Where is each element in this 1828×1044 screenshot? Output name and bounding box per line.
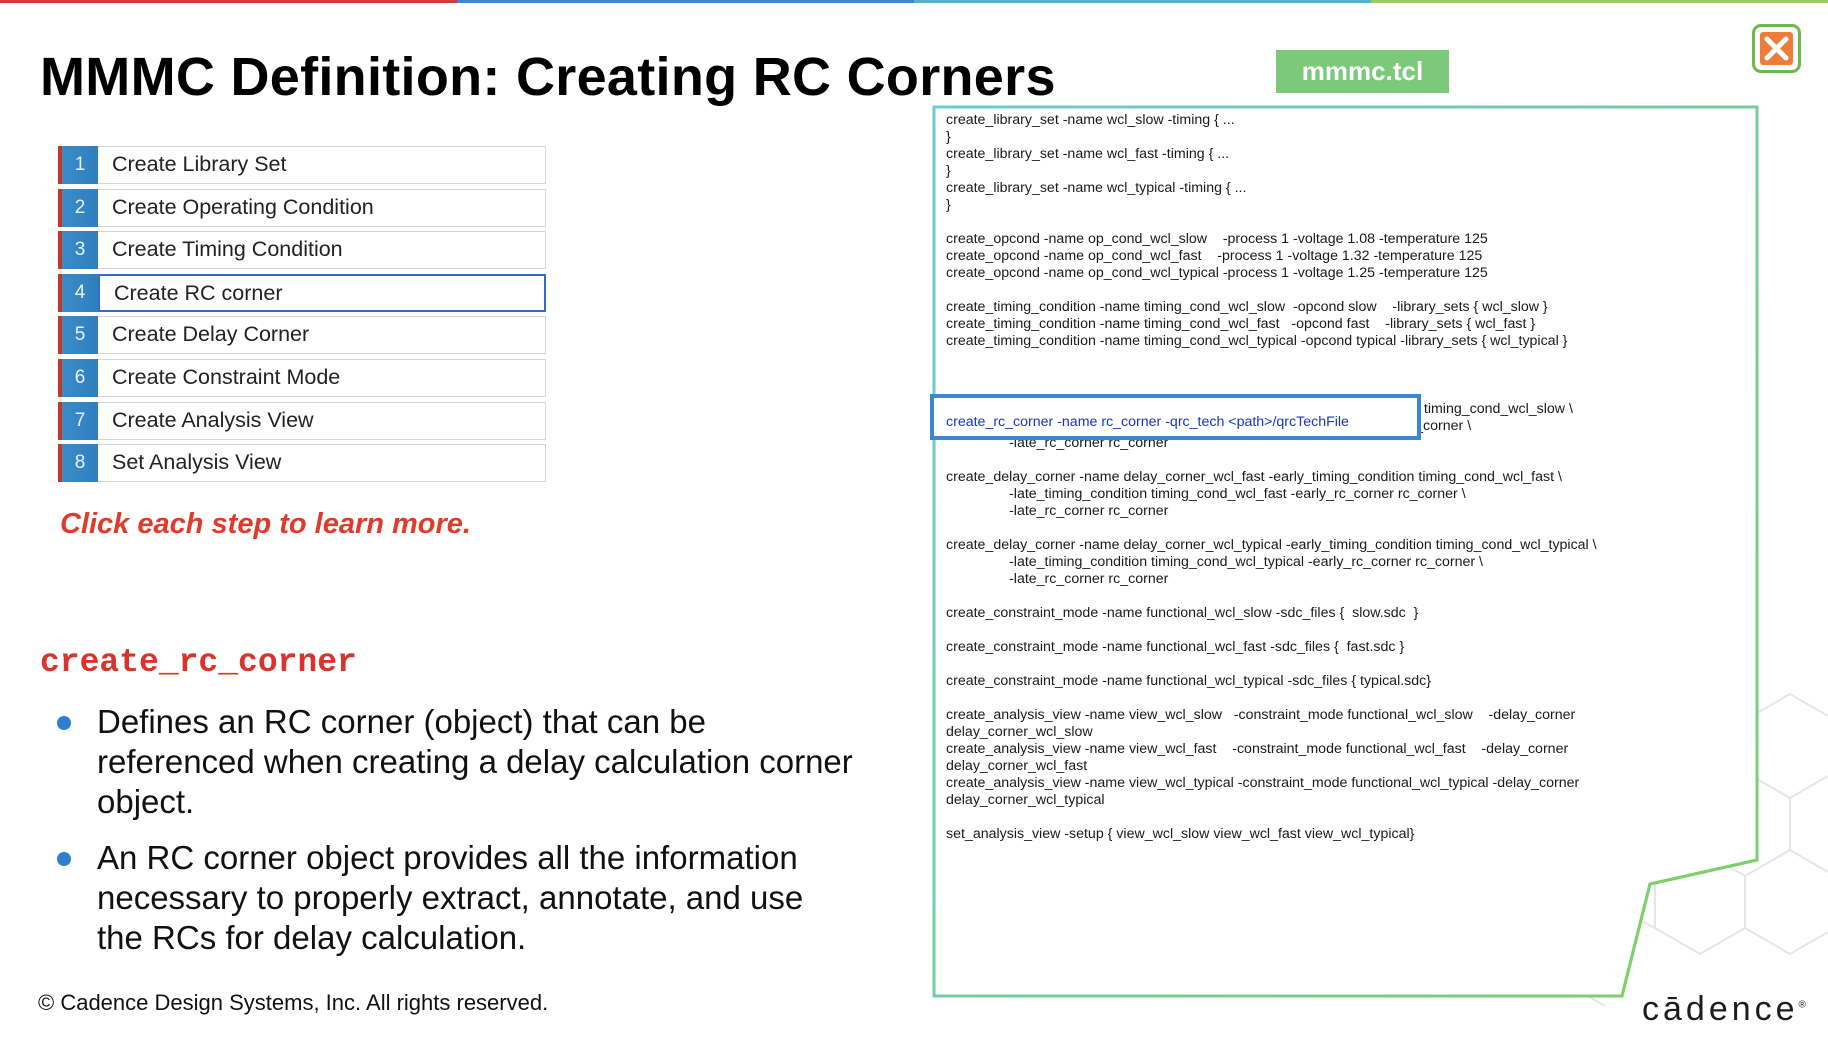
command-name: create_rc_corner — [40, 644, 357, 681]
code-line: create_delay_corner -name delay_corner_w… — [946, 537, 1597, 553]
step-number: 8 — [58, 444, 98, 483]
bullet-dot-icon — [57, 852, 71, 866]
step-number: 4 — [58, 273, 98, 312]
step-label: Create Timing Condition — [98, 231, 546, 270]
top-accent-bar — [0, 0, 1828, 3]
step-label: Create Analysis View — [98, 401, 546, 440]
bullet-item: An RC corner object provides all the inf… — [56, 838, 856, 958]
step-item-1[interactable]: 1 Create Library Set — [58, 146, 546, 184]
code-line: create_opcond -name op_cond_wcl_typical … — [946, 265, 1488, 281]
description-bullets: Defines an RC corner (object) that can b… — [56, 702, 856, 974]
bullet-dot-icon — [57, 716, 71, 730]
step-label: Set Analysis View — [98, 444, 546, 483]
hint-text: Click each step to learn more. — [60, 508, 471, 540]
code-line: create_library_set -name wcl_slow -timin… — [946, 112, 1235, 128]
top-accent-segment — [457, 0, 914, 3]
file-name-tag: mmmc.tcl — [1276, 50, 1449, 93]
close-button[interactable] — [1752, 24, 1801, 73]
code-line: create_timing_condition -name timing_con… — [946, 316, 1536, 332]
code-line: } — [946, 163, 951, 179]
logo-text: cādence — [1642, 990, 1799, 1028]
top-accent-segment — [0, 0, 457, 3]
bullet-item: Defines an RC corner (object) that can b… — [56, 702, 856, 822]
step-number: 2 — [58, 188, 98, 227]
code-line: create_analysis_view -name view_wcl_slow… — [946, 707, 1576, 723]
step-item-6[interactable]: 6 Create Constraint Mode — [58, 358, 546, 397]
step-number: 1 — [58, 146, 98, 184]
code-line: -late_rc_corner rc_corner — [946, 503, 1169, 519]
step-number: 3 — [58, 231, 98, 270]
step-item-5[interactable]: 5 Create Delay Corner — [58, 316, 546, 355]
highlighted-code-line: create_rc_corner -name rc_corner -qrc_te… — [946, 414, 1349, 430]
step-item-7[interactable]: 7 Create Analysis View — [58, 401, 546, 440]
code-line: } — [946, 197, 951, 213]
step-label: Create Operating Condition — [98, 188, 546, 227]
code-line: -late_timing_condition timing_cond_wcl_t… — [946, 554, 1483, 570]
step-number: 7 — [58, 401, 98, 440]
code-line: } — [946, 129, 951, 145]
step-label: Create Library Set — [98, 146, 546, 184]
code-line: delay_corner_wcl_fast — [946, 758, 1088, 774]
code-line: create_opcond -name op_cond_wcl_fast -pr… — [946, 248, 1483, 264]
code-line: create_opcond -name op_cond_wcl_slow -pr… — [946, 231, 1488, 247]
bullet-text: An RC corner object provides all the inf… — [97, 839, 804, 956]
page-title: MMMC Definition: Creating RC Corners — [40, 47, 1056, 107]
step-label: Create Constraint Mode — [98, 358, 546, 397]
code-line: create_constraint_mode -name functional_… — [946, 639, 1405, 655]
code-line: create_constraint_mode -name functional_… — [946, 673, 1431, 689]
code-line: create_timing_condition -name timing_con… — [946, 333, 1568, 349]
code-line: create_analysis_view -name view_wcl_typi… — [946, 775, 1580, 791]
code-line: -late_rc_corner rc_corner — [946, 571, 1169, 587]
step-item-3[interactable]: 3 Create Timing Condition — [58, 231, 546, 270]
copyright-text: © Cadence Design Systems, Inc. All right… — [38, 990, 549, 1015]
close-x-glyph-icon — [1764, 36, 1789, 61]
cadence-logo: cādence® — [1642, 990, 1806, 1028]
step-item-8[interactable]: 8 Set Analysis View — [58, 444, 546, 483]
step-item-2[interactable]: 2 Create Operating Condition — [58, 188, 546, 227]
code-line: create_timing_condition -name timing_con… — [946, 299, 1548, 315]
code-line: create_library_set -name wcl_typical -ti… — [946, 180, 1247, 196]
code-line: delay_corner_wcl_slow — [946, 724, 1093, 740]
code-line: set_analysis_view -setup { view_wcl_slow… — [946, 826, 1415, 842]
code-line: create_analysis_view -name view_wcl_fast… — [946, 741, 1569, 757]
code-line: create_library_set -name wcl_fast -timin… — [946, 146, 1230, 162]
top-accent-segment — [1371, 0, 1828, 3]
code-line: delay_corner_wcl_typical — [946, 792, 1105, 808]
step-label: Create Delay Corner — [98, 316, 546, 355]
step-item-4[interactable]: 4 Create RC corner — [58, 273, 546, 312]
step-number: 6 — [58, 358, 98, 397]
code-line: create_constraint_mode -name functional_… — [946, 605, 1419, 621]
code-line: create_delay_corner -name delay_corner_w… — [946, 469, 1562, 485]
step-number: 5 — [58, 316, 98, 355]
top-accent-segment — [914, 0, 1371, 3]
step-label: Create RC corner — [98, 273, 546, 312]
steps-list: 1 Create Library Set 2 Create Operating Con… — [58, 146, 546, 487]
code-line: -late_timing_condition timing_cond_wcl_f… — [946, 486, 1466, 502]
bullet-text: Defines an RC corner (object) that can b… — [97, 703, 853, 820]
